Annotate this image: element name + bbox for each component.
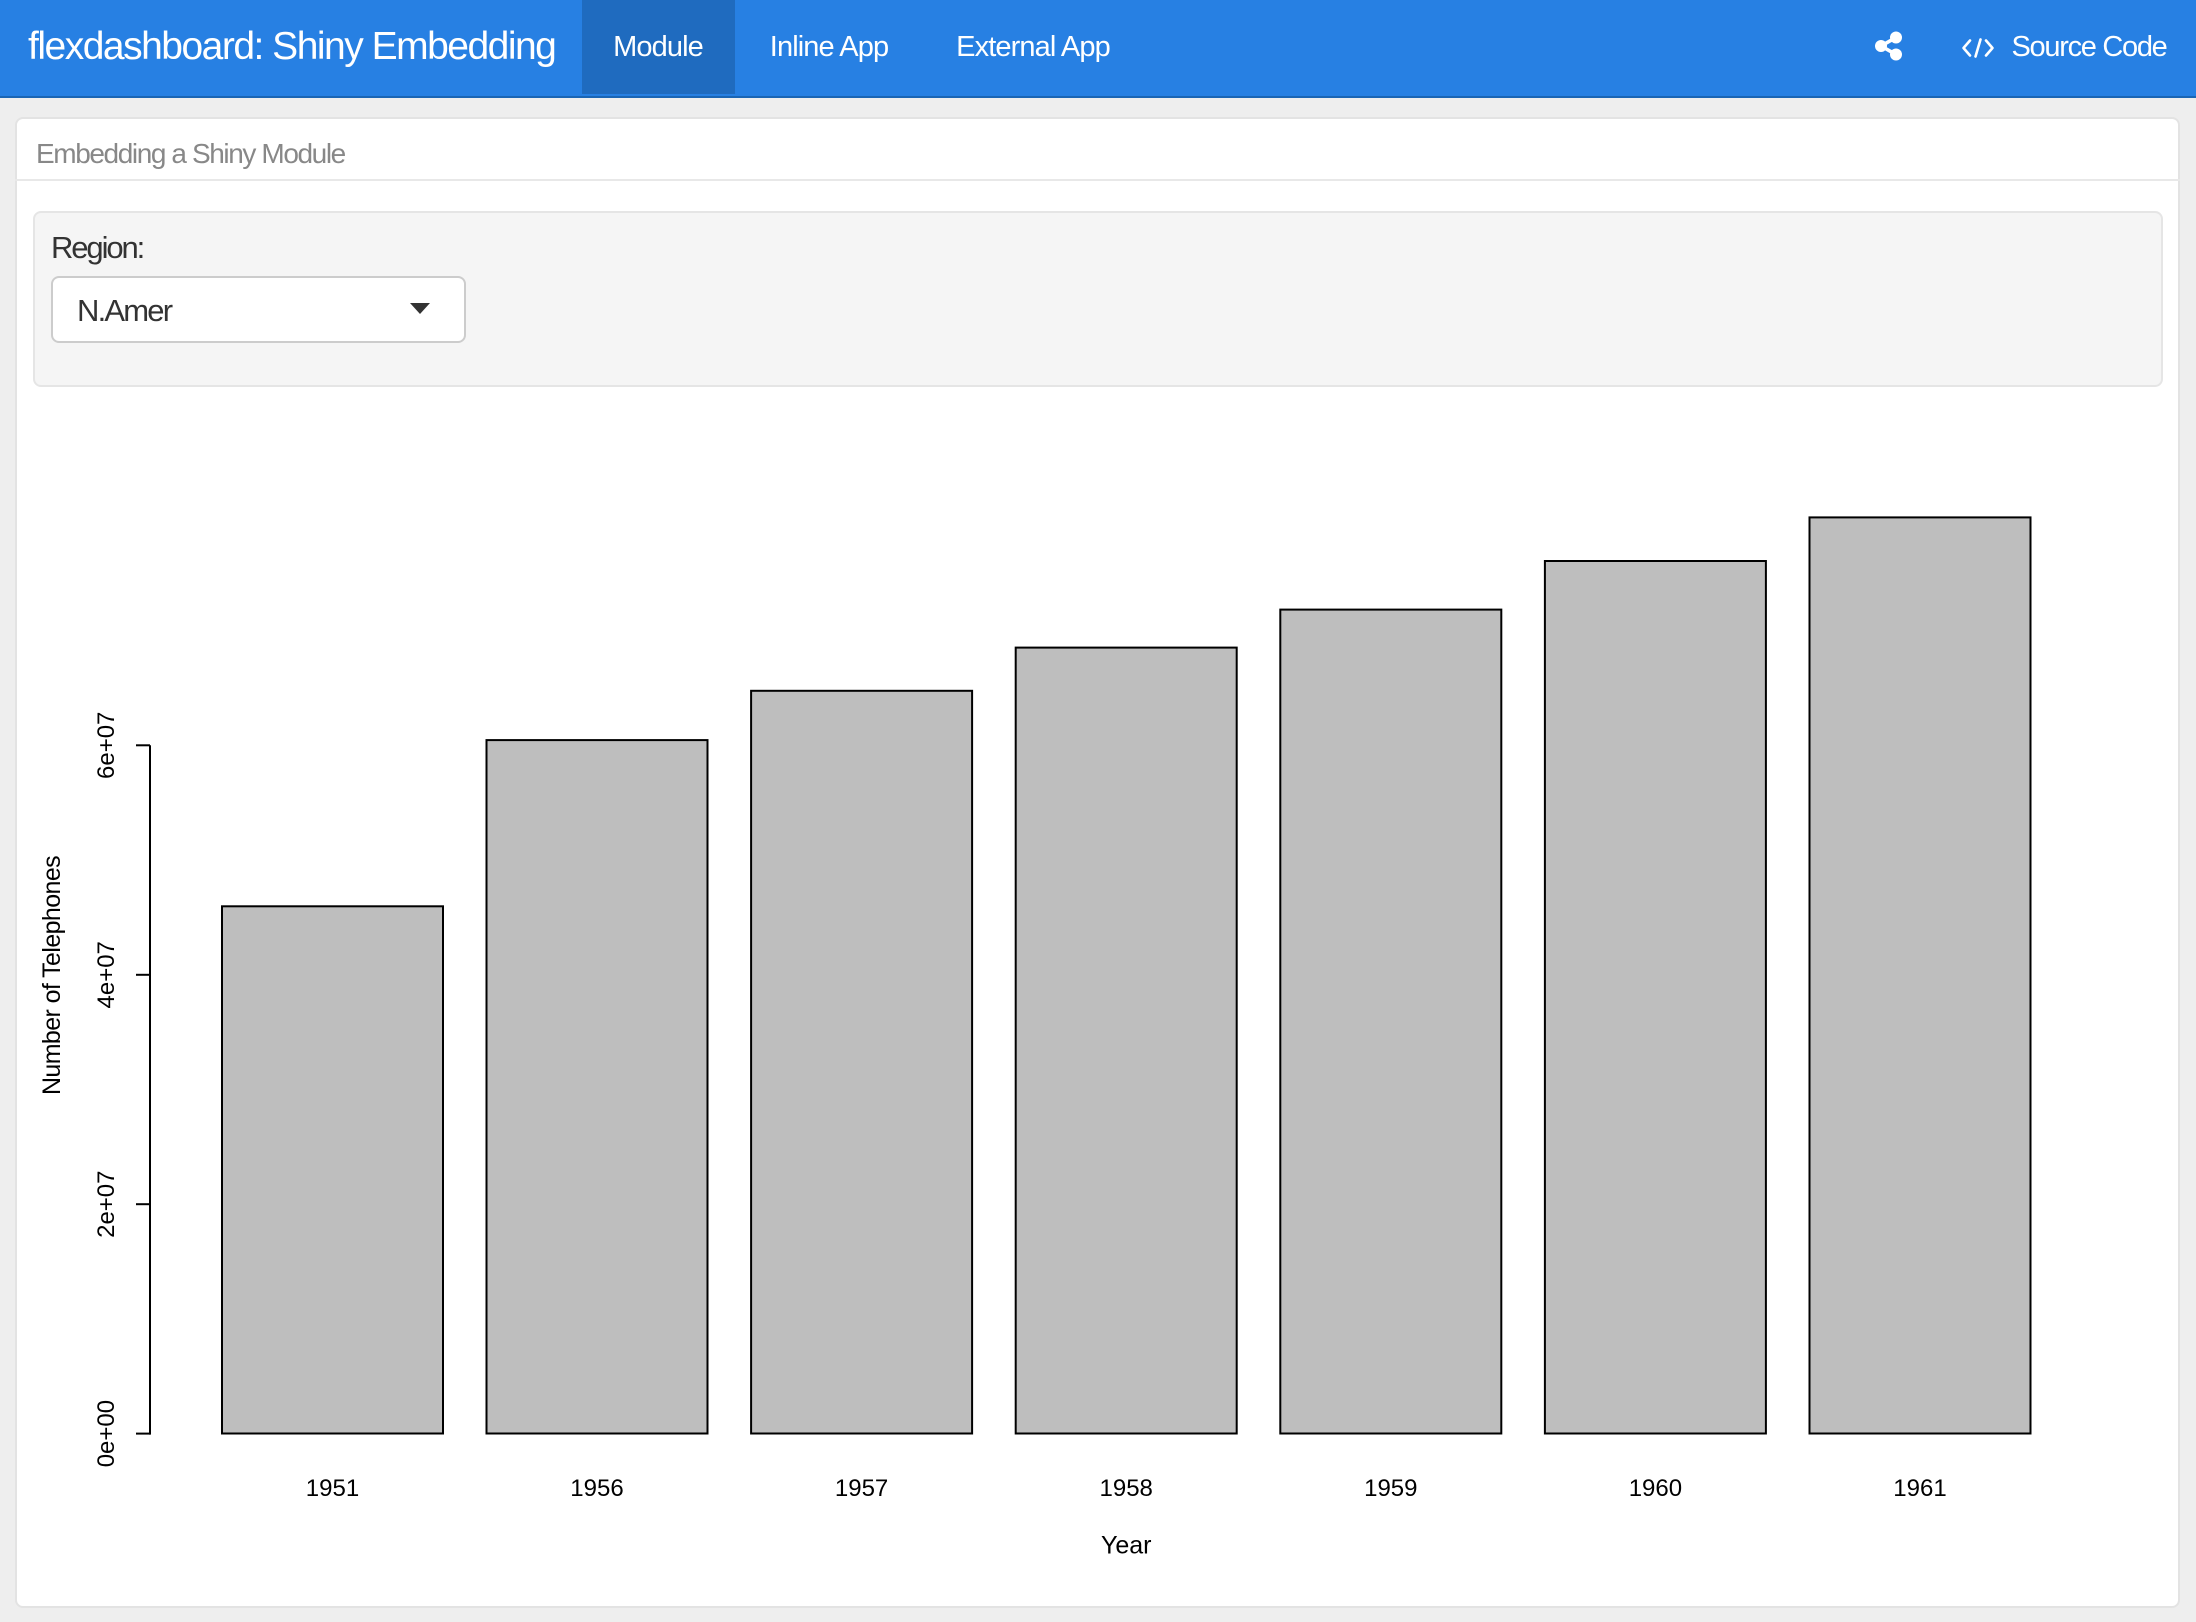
svg-text:1956: 1956 [570, 1475, 623, 1502]
svg-text:6e+07: 6e+07 [93, 712, 120, 779]
svg-text:1959: 1959 [1364, 1475, 1417, 1502]
svg-text:4e+07: 4e+07 [93, 941, 120, 1008]
svg-text:1960: 1960 [1629, 1475, 1682, 1502]
svg-text:0e+00: 0e+00 [93, 1400, 120, 1467]
svg-text:1961: 1961 [1893, 1475, 1946, 1502]
svg-text:1958: 1958 [1100, 1475, 1153, 1502]
svg-text:Number of Telephones: Number of Telephones [38, 856, 66, 1095]
svg-text:Year: Year [1101, 1532, 1152, 1560]
svg-text:1951: 1951 [306, 1475, 359, 1502]
svg-text:2e+07: 2e+07 [93, 1170, 120, 1237]
svg-text:1957: 1957 [835, 1475, 888, 1502]
